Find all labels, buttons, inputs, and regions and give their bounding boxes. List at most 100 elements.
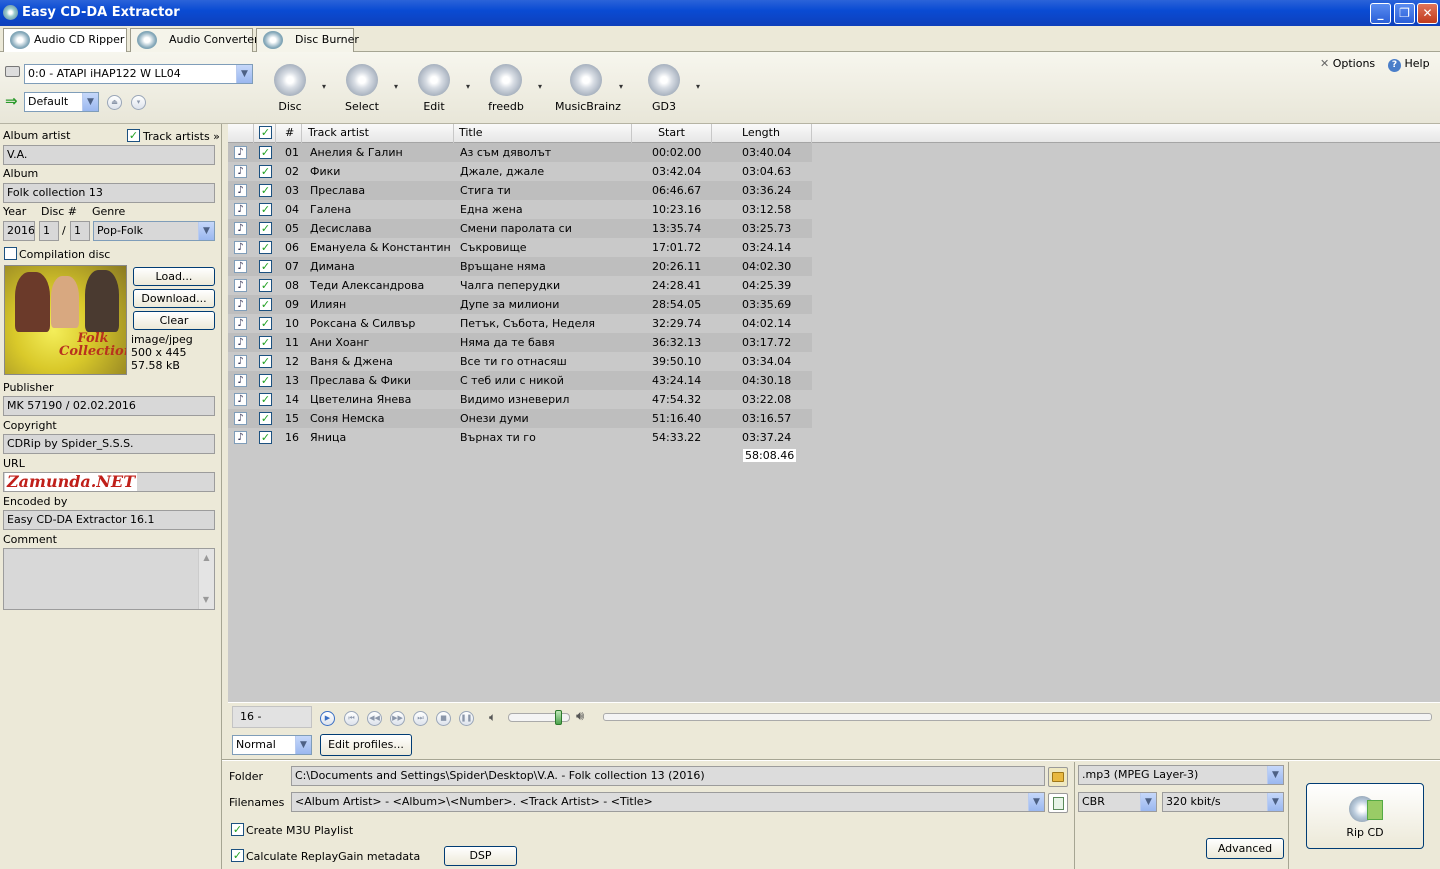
track-checkbox[interactable]: ✓ [259,431,272,444]
volume-slider[interactable] [508,710,570,725]
track-checkbox[interactable]: ✓ [259,184,272,197]
fast-forward-icon[interactable]: ▶▶ [390,711,405,726]
drive-select[interactable]: 0:0 - ATAPI iHAP122 W LL04 ▼ [24,64,253,84]
comment-scrollbar[interactable]: ▲ ▼ [198,549,214,609]
folder-browse-icon[interactable] [1048,767,1068,787]
dropdown-arrow-icon[interactable]: ▾ [466,82,470,91]
tab-audio-cd-ripper[interactable]: Audio CD Ripper [3,28,127,53]
dropdown-arrow-icon[interactable]: ▾ [538,82,542,91]
advanced-button[interactable]: Advanced [1206,838,1284,859]
clear-button[interactable]: Clear [133,311,215,330]
edit-button[interactable]: Edit ▾ [404,62,470,122]
select-button[interactable]: Select ▾ [332,62,398,122]
dropdown-arrow-icon[interactable]: ▾ [394,82,398,91]
bitrate-select[interactable]: 320 kbit/s ▼ [1162,792,1284,812]
track-checkbox[interactable]: ✓ [259,260,272,273]
track-checkbox[interactable]: ✓ [259,165,272,178]
track-checkbox[interactable]: ✓ [259,336,272,349]
skip-start-icon[interactable]: ⏮ [344,711,359,726]
track-checkbox[interactable]: ✓ [259,374,272,387]
album-artist-field[interactable]: V.A. [3,145,215,165]
track-artists-label[interactable]: Track artists » [143,130,220,143]
edit-profiles-button[interactable]: Edit profiles... [320,734,412,756]
track-artist[interactable]: Соня Немска [310,409,385,428]
track-artist[interactable]: Десислава [310,219,372,238]
play-icon[interactable]: ▶ [320,711,335,726]
header-length[interactable]: Length [712,124,812,143]
table-row[interactable]: ♪ ✓ 13 Преслава & Фики С теб или с никой 43:2… [228,371,812,390]
track-title[interactable]: Петък, Събота, Неделя [460,314,595,333]
compilation-checkbox[interactable] [4,247,17,260]
track-artist[interactable]: Роксана & Силвър [310,314,415,333]
tab-disc-burner[interactable]: Disc Burner [256,28,359,52]
scroll-down-icon[interactable]: ▾ [131,95,146,110]
track-checkbox[interactable]: ✓ [259,203,272,216]
rip-cd-button[interactable]: Rip CD [1306,783,1424,849]
publisher-field[interactable]: MK 57190 / 02.02.2016 [3,396,215,416]
track-artist[interactable]: Фики [310,162,340,181]
track-artist[interactable]: Галена [310,200,351,219]
rewind-icon[interactable]: ◀◀ [367,711,382,726]
track-title[interactable]: Смени паролата си [460,219,572,238]
table-row[interactable]: ♪ ✓ 15 Соня Немска Онези думи 51:16.40 03:16.5… [228,409,812,428]
track-title[interactable]: Джале, джале [460,162,544,181]
table-row[interactable]: ♪ ✓ 11 Ани Хоанг Няма да те бавя 36:32.13 03:1… [228,333,812,352]
track-artist[interactable]: Преслава & Фики [310,371,411,390]
header-start[interactable]: Start [632,124,712,143]
track-title[interactable]: Стига ти [460,181,511,200]
track-artist[interactable]: Яница [310,428,346,447]
select-all-checkbox[interactable]: ✓ [259,126,272,139]
mode-select[interactable]: Normal ▼ [232,735,312,755]
musicbrainz-button[interactable]: MusicBrainz ▾ [555,62,623,122]
track-checkbox[interactable]: ✓ [259,146,272,159]
track-checkbox[interactable]: ✓ [259,241,272,254]
dropdown-arrow-icon[interactable]: ▾ [322,82,326,91]
year-field[interactable]: 2016 [3,221,35,241]
dropdown-arrow-icon[interactable]: ▾ [619,82,623,91]
track-artist[interactable]: Димана [310,257,355,276]
replaygain-checkbox[interactable]: ✓ [231,849,244,862]
stop-icon[interactable]: ■ [436,711,451,726]
track-title[interactable]: Аз съм дяволът [460,143,551,162]
album-field[interactable]: Folk collection 13 [3,183,215,203]
track-artist[interactable]: Емануела & Константин [310,238,451,257]
genre-select[interactable]: Pop-Folk ▼ [93,221,215,241]
dsp-button[interactable]: DSP [444,846,517,866]
track-artist[interactable]: Анелия & Галин [310,143,403,162]
maximize-button[interactable]: ❐ [1394,3,1415,24]
track-title[interactable]: Чалга пеперудки [460,276,560,295]
track-checkbox[interactable]: ✓ [259,412,272,425]
copyright-field[interactable]: CDRip by Spider_S.S.S. [3,434,215,454]
track-artists-checkbox[interactable]: ✓ [127,129,140,142]
header-title[interactable]: Title [454,124,632,143]
disc-button[interactable]: Disc ▾ [260,62,326,122]
table-row[interactable]: ♪ ✓ 05 Десислава Смени паролата си 13:35.74 03… [228,219,812,238]
gd3-button[interactable]: GD3 ▾ [634,62,700,122]
volume-thumb[interactable] [555,710,562,725]
profile-select[interactable]: Default ▼ [24,92,99,112]
table-row[interactable]: ♪ ✓ 14 Цветелина Янева Видимо изневерил 47:54… [228,390,812,409]
load-button[interactable]: Load... [133,267,215,286]
track-artist[interactable]: Цветелина Янева [310,390,411,409]
pause-icon[interactable]: ❚❚ [459,711,474,726]
header-check-col[interactable]: ✓ [254,124,276,143]
encoded-by-field[interactable]: Easy CD-DA Extractor 16.1 [3,510,215,530]
header-number[interactable]: # [276,124,302,143]
table-row[interactable]: ♪ ✓ 16 Яница Върнах ти го 54:33.22 03:37.24 [228,428,812,447]
filename-editor-icon[interactable] [1048,793,1068,813]
table-row[interactable]: ♪ ✓ 08 Теди Александрова Чалга пеперудки 24:2… [228,276,812,295]
volume-high-icon[interactable]: 🔊︎ [576,709,584,724]
help-link[interactable]: ? Help [1388,57,1430,72]
track-checkbox[interactable]: ✓ [259,355,272,368]
track-title[interactable]: С теб или с никой [460,371,564,390]
track-title[interactable]: Върнах ти го [460,428,536,447]
track-title[interactable]: Дупе за милиони [460,295,559,314]
table-row[interactable]: ♪ ✓ 01 Анелия & Галин Аз съм дяволът 00:02.00… [228,143,812,162]
scroll-up-icon[interactable]: ▲ [199,549,214,567]
track-title[interactable]: Видимо изневерил [460,390,569,409]
track-checkbox[interactable]: ✓ [259,393,272,406]
track-title[interactable]: Все ти го отнасяш [460,352,567,371]
minimize-button[interactable]: _ [1370,3,1391,24]
album-cover-image[interactable]: Folk Collection [4,265,127,375]
track-artist[interactable]: Преслава [310,181,365,200]
